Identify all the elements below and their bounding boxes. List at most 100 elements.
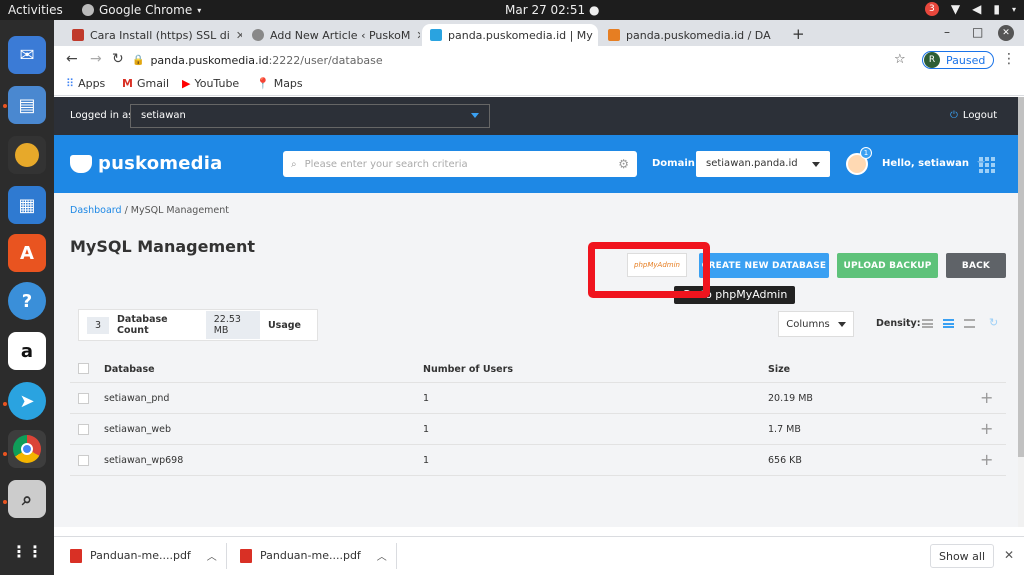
brand-logo[interactable]: puskomedia — [70, 153, 222, 174]
column-header-database[interactable]: Database — [104, 364, 155, 375]
mail-icon[interactable]: ✉ — [8, 36, 46, 74]
table-header-row: Database Number of Users Size — [70, 355, 1006, 383]
system-tray[interactable]: 3 ▼ ◀ ▮ ▾ — [924, 2, 1016, 16]
user-count: 1 — [423, 455, 430, 466]
clock[interactable]: Mar 27 02:51 ● — [505, 3, 599, 17]
amazon-icon[interactable]: a — [8, 332, 46, 370]
show-all-button[interactable]: Show all — [930, 544, 995, 568]
database-name: setiawan_wp698 — [104, 455, 184, 466]
density-compact-icon[interactable] — [922, 319, 933, 328]
maximize-button[interactable]: □ — [972, 25, 983, 39]
breadcrumb-dashboard[interactable]: Dashboard — [70, 205, 122, 216]
row-checkbox[interactable] — [78, 393, 89, 404]
density-comfortable-icon[interactable] — [964, 319, 975, 328]
forward-arrow-icon[interactable]: → — [90, 51, 102, 67]
refresh-icon[interactable]: ↻ — [989, 316, 998, 329]
user-menu[interactable]: Hello, setiawan — [882, 158, 985, 169]
user-count: 1 — [423, 393, 430, 404]
files-icon[interactable]: ▤ — [8, 86, 46, 124]
expand-plus-icon[interactable]: + — [980, 388, 993, 407]
gmail-icon: M — [122, 77, 133, 90]
chevron-down-icon — [471, 113, 479, 118]
row-checkbox[interactable] — [78, 455, 89, 466]
search-icon: ⌕ — [291, 158, 297, 170]
activities-button[interactable]: Activities — [8, 3, 63, 17]
bookmark-gmail[interactable]: M Gmail — [122, 77, 169, 90]
apps-grid-icon[interactable]: ⋮⋮ — [8, 532, 46, 570]
close-tab-icon[interactable]: ✕ — [236, 29, 242, 42]
table-row[interactable]: setiawan_web 1 1.7 MB + — [70, 414, 1006, 445]
scrollbar-thumb[interactable] — [1018, 97, 1024, 457]
column-header-users[interactable]: Number of Users — [423, 364, 513, 375]
tab-mysql-active[interactable]: panda.puskomedia.id | My ✕ — [422, 24, 598, 46]
app-menu[interactable]: Google Chrome ▾ — [82, 3, 201, 17]
search-input[interactable]: ⌕ Please enter your search criteria ⚙ — [283, 151, 637, 177]
tab-phpmyadmin[interactable]: panda.puskomedia.id / DA ✕ — [600, 24, 776, 46]
expand-plus-icon[interactable]: + — [980, 450, 993, 469]
software-center-icon[interactable]: A — [8, 234, 46, 272]
browser-toolbar: ← → ↻ 🔒 panda.puskomedia.id:2222/user/da… — [54, 46, 1024, 74]
tab-add-article[interactable]: Add New Article ‹ PuskoM ✕ — [244, 24, 420, 46]
os-top-bar: Activities Google Chrome ▾ Mar 27 02:51 … — [0, 0, 1024, 20]
back-arrow-icon[interactable]: ← — [66, 51, 78, 67]
running-indicator — [3, 104, 7, 108]
apps-grid-icon[interactable] — [979, 157, 995, 173]
chevron-up-icon[interactable]: ︿ — [207, 548, 217, 563]
help-icon[interactable]: ? — [8, 282, 46, 320]
telegram-icon[interactable]: ➤ — [8, 382, 46, 420]
page-scrollbar[interactable] — [1018, 97, 1024, 527]
columns-button[interactable]: Columns — [778, 311, 854, 337]
download-item[interactable]: Panduan-me....pdf ︿ — [240, 548, 387, 563]
close-window-button[interactable]: ✕ — [998, 25, 1014, 41]
chevron-down-icon: ▾ — [1011, 4, 1016, 14]
gear-icon[interactable]: ⚙ — [618, 157, 629, 171]
close-icon[interactable]: ✕ — [1004, 548, 1014, 562]
upload-backup-button[interactable]: UPLOAD BACKUP — [837, 253, 938, 278]
chrome-icon[interactable] — [8, 430, 46, 468]
phpmyadmin-button[interactable]: phpMyAdmin — [627, 253, 687, 277]
download-item[interactable]: Panduan-me....pdf ︿ — [70, 548, 217, 563]
new-tab-button[interactable]: + — [792, 25, 805, 43]
close-tab-icon[interactable]: ✕ — [416, 29, 420, 42]
volume-icon: ◀ — [972, 2, 982, 16]
menu-kebab-icon[interactable]: ⋮ — [1002, 51, 1016, 67]
table-row[interactable]: setiawan_pnd 1 20.19 MB + — [70, 383, 1006, 414]
tab-ssl-article[interactable]: Cara Install (https) SSL di ✕ — [64, 24, 242, 46]
tab-strip: Cara Install (https) SSL di ✕ Add New Ar… — [54, 20, 1024, 46]
address-bar[interactable]: 🔒 panda.puskomedia.id:2222/user/database — [132, 50, 383, 70]
breadcrumb-current: / MySQL Management — [121, 205, 230, 216]
bookmark-youtube[interactable]: ▶ YouTube — [182, 77, 239, 90]
reload-icon[interactable]: ↻ — [112, 51, 124, 67]
bookmark-star-icon[interactable]: ☆ — [894, 52, 906, 67]
pdf-file-icon — [240, 548, 252, 563]
screenshot-icon[interactable]: ⌕ — [8, 480, 46, 518]
back-button[interactable]: BACK — [946, 253, 1006, 278]
column-header-size[interactable]: Size — [768, 364, 790, 375]
expand-plus-icon[interactable]: + — [980, 419, 993, 438]
database-count-label: Database Count — [117, 314, 168, 336]
document-icon[interactable]: ▦ — [8, 186, 46, 224]
chevron-down-icon — [837, 321, 846, 327]
logout-link[interactable]: ⏻ Logout — [950, 110, 997, 121]
table-row[interactable]: setiawan_wp698 1 656 KB + — [70, 445, 1006, 476]
app-header: puskomedia ⌕ Please enter your search cr… — [54, 135, 1018, 193]
minimize-button[interactable]: – — [944, 25, 950, 39]
profile-button[interactable]: R Paused — [922, 51, 995, 69]
notification-badge[interactable]: 3 — [924, 2, 939, 16]
domain-select[interactable]: setiawan.panda.id — [696, 151, 830, 177]
density-normal-icon[interactable] — [943, 319, 954, 328]
density-label: Density: — [876, 318, 921, 329]
usage-value: 22.53 MB — [205, 311, 260, 339]
user-avatar[interactable]: 1 — [846, 147, 872, 175]
running-indicator — [3, 500, 7, 504]
chevron-up-icon[interactable]: ︿ — [377, 548, 387, 563]
wifi-icon: ▼ — [950, 2, 961, 16]
select-all-checkbox[interactable] — [78, 363, 89, 374]
bookmark-maps[interactable]: 📍 Maps — [256, 77, 303, 90]
bookmark-apps[interactable]: ⠿ Apps — [66, 77, 105, 90]
speaker-icon[interactable] — [8, 136, 46, 174]
row-checkbox[interactable] — [78, 424, 89, 435]
browser-window: Cara Install (https) SSL di ✕ Add New Ar… — [54, 20, 1024, 575]
user-select[interactable]: setiawan — [130, 104, 490, 128]
create-database-button[interactable]: CREATE NEW DATABASE — [699, 253, 829, 278]
